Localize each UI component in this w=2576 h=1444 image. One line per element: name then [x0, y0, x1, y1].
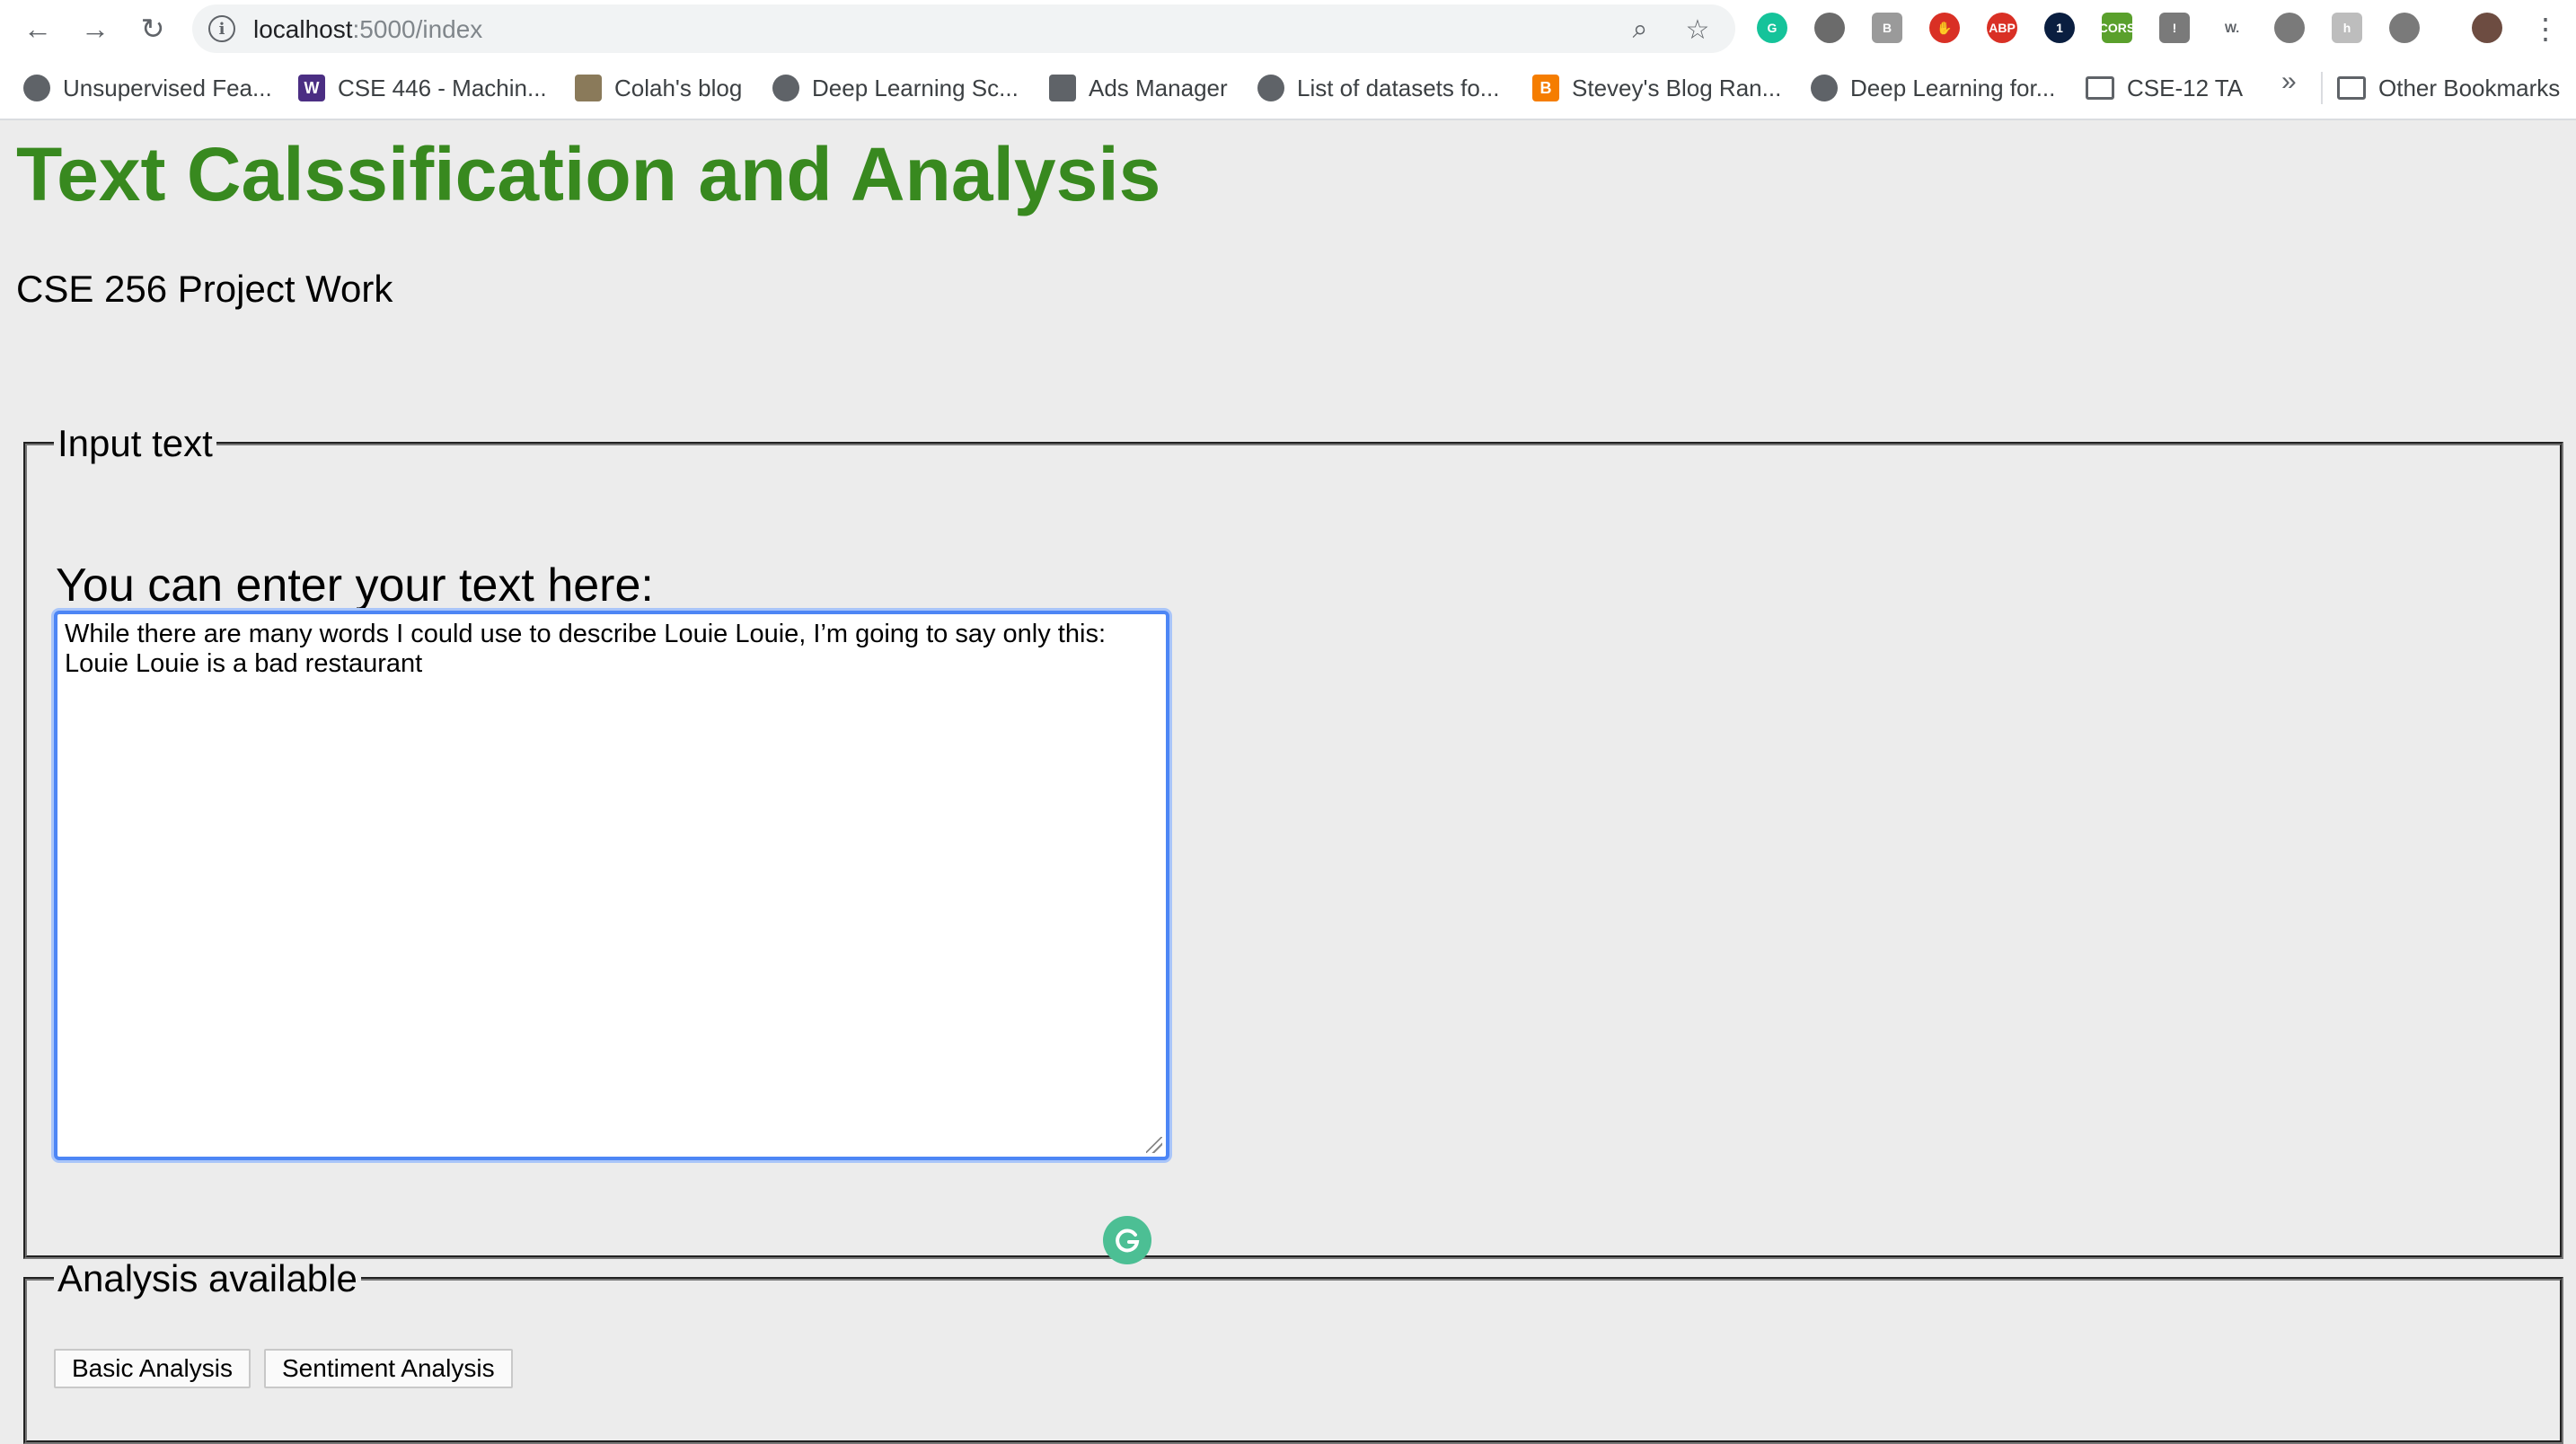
film-extension-icon[interactable]: [1814, 13, 1845, 43]
bookmarks-overflow-chevron[interactable]: »: [2281, 66, 2297, 97]
bookmark-item[interactable]: W CSE 446 - Machin...: [298, 68, 547, 108]
bookmark-label: Deep Learning for...: [1850, 74, 2056, 101]
resize-handle[interactable]: [1146, 1137, 1162, 1153]
w-extension-icon[interactable]: W.: [2217, 13, 2247, 43]
favicon-icon: [575, 75, 602, 101]
globe-icon: [1811, 75, 1838, 101]
favicon-icon: W: [298, 75, 325, 101]
text-prompt-label: You can enter your text here:: [56, 559, 654, 612]
info-icon[interactable]: i: [208, 15, 235, 42]
bookmark-star-icon[interactable]: ☆: [1681, 13, 1714, 46]
bookmark-item[interactable]: Ads Manager: [1049, 68, 1228, 108]
other-bookmarks-label: Other Bookmarks: [2378, 74, 2561, 101]
bookmark-item[interactable]: CSE-12 TA: [2086, 68, 2243, 108]
page-subtitle: CSE 256 Project Work: [16, 268, 393, 310]
bookmark-item[interactable]: Unsupervised Fea...: [23, 68, 272, 108]
analysis-fieldset: Analysis available Basic Analysis Sentim…: [23, 1257, 2563, 1444]
basic-analysis-button[interactable]: Basic Analysis: [54, 1349, 251, 1388]
avatar[interactable]: [2472, 13, 2502, 43]
bookmark-label: CSE 446 - Machin...: [338, 74, 547, 101]
bookmarks-bar: Unsupervised Fea... W CSE 446 - Machin... C…: [0, 57, 2576, 120]
bookmark-label: Ads Manager: [1089, 74, 1228, 101]
address-bar[interactable]: i localhost:5000/index ⌕ ☆: [192, 4, 1735, 53]
zoom-icon[interactable]: ⌕: [1624, 13, 1656, 46]
globe-icon: [772, 75, 799, 101]
bookmark-label: Unsupervised Fea...: [63, 74, 272, 101]
browser-toolbar: ← → ↻ i localhost:5000/index ⌕ ☆ G B ✋ ABP 1…: [0, 0, 2576, 57]
analysis-legend: Analysis available: [57, 1257, 357, 1299]
bookmark-item[interactable]: List of datasets fo...: [1257, 68, 1499, 108]
input-textarea[interactable]: While there are many words I could use t…: [54, 611, 1169, 1160]
cors-extension-icon[interactable]: CORS: [2099, 13, 2135, 43]
folder-icon: [2337, 76, 2366, 100]
url-text[interactable]: localhost:5000/index: [253, 15, 482, 44]
honey-extension-icon[interactable]: h: [2332, 13, 2362, 43]
sentiment-analysis-button[interactable]: Sentiment Analysis: [264, 1349, 513, 1388]
bookmark-label: Colah's blog: [614, 74, 743, 101]
bookmarks-divider: [2321, 72, 2323, 104]
reload-icon[interactable]: ↻: [133, 9, 172, 48]
forward-arrow-icon[interactable]: →: [75, 9, 115, 48]
bookmark-label: CSE-12 TA: [2127, 74, 2244, 101]
globe-icon: [1257, 75, 1284, 101]
favicon-icon: B: [1532, 75, 1559, 101]
favicon-icon: [1049, 75, 1076, 101]
url-path: :5000/index: [352, 15, 483, 43]
folder-icon: [2086, 76, 2114, 100]
url-host: localhost: [253, 15, 353, 43]
bi-extension-icon[interactable]: B: [1872, 13, 1902, 43]
input-text-legend: Input text: [57, 422, 213, 464]
globe-icon: [23, 75, 50, 101]
browser-menu-icon[interactable]: ⋮: [2526, 9, 2565, 48]
cloud-extension-icon[interactable]: [2389, 13, 2420, 43]
input-text-fieldset: Input text You can enter your text here:…: [23, 422, 2563, 1264]
grammarly-extension-icon[interactable]: G: [1757, 13, 1787, 43]
adblock-extension-icon[interactable]: ABP: [1987, 13, 2017, 43]
stop-extension-icon[interactable]: ✋: [1929, 13, 1960, 43]
page-title: Text Calssification and Analysis: [16, 132, 1161, 216]
onepassword-extension-icon[interactable]: 1: [2044, 13, 2075, 43]
other-bookmarks[interactable]: Other Bookmarks: [2337, 68, 2560, 108]
bookmark-label: Deep Learning Sc...: [812, 74, 1019, 101]
circle-extension-icon[interactable]: [2274, 13, 2305, 43]
bookmark-item[interactable]: Deep Learning Sc...: [772, 68, 1019, 108]
textarea-value: While there are many words I could use t…: [65, 620, 1106, 678]
bookmark-item[interactable]: Colah's blog: [575, 68, 742, 108]
back-arrow-icon[interactable]: ←: [18, 9, 57, 48]
bookmark-label: Stevey's Blog Ran...: [1572, 74, 1782, 101]
network-extension-icon[interactable]: !: [2159, 13, 2190, 43]
bookmark-item[interactable]: B Stevey's Blog Ran...: [1532, 68, 1781, 108]
bookmark-item[interactable]: Deep Learning for...: [1811, 68, 2055, 108]
bookmark-label: List of datasets fo...: [1297, 74, 1500, 101]
